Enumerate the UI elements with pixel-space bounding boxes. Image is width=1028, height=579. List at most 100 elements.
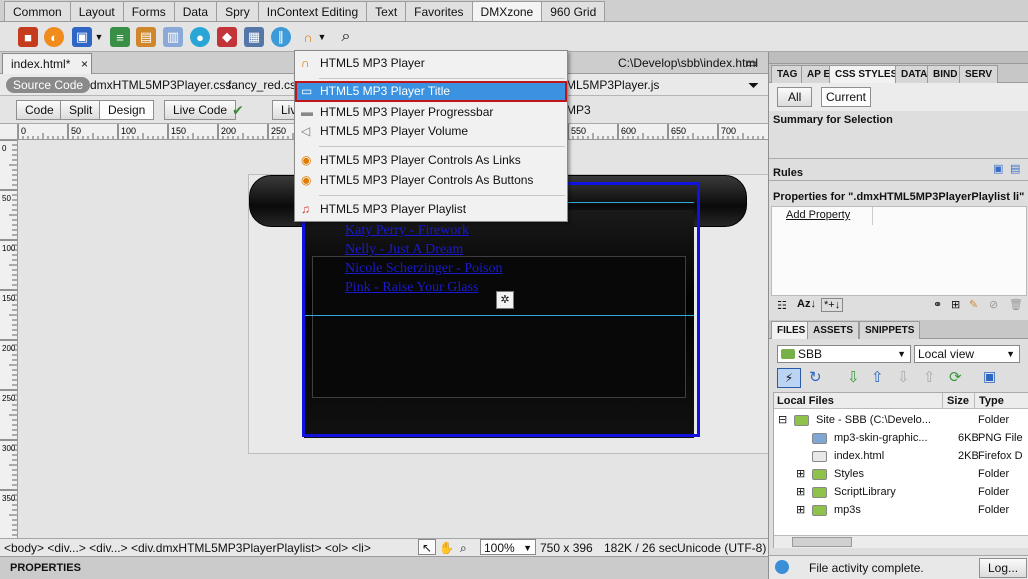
css-panel-tab[interactable]: SERV	[959, 65, 999, 83]
insert-tab[interactable]: Common	[4, 1, 71, 21]
dmx-image-icon[interactable]: ▦	[244, 27, 264, 47]
file-row[interactable]: mp3-skin-graphic... 6KB PNG File	[774, 429, 1028, 447]
rules-cascade-icon[interactable]: ▤	[1010, 162, 1020, 175]
col-local-files[interactable]: Local Files	[777, 393, 834, 409]
check-page-icon[interactable]: ✔	[232, 102, 244, 118]
file-row[interactable]: ⊟ Site - SBB (C:\Develo... Folder	[774, 411, 1028, 429]
dmx-list-icon[interactable]: ≡	[110, 27, 130, 47]
insert-tab[interactable]: Spry	[216, 1, 259, 21]
code-view-button[interactable]: Code	[16, 100, 63, 120]
playlist-item-link[interactable]: Pink - Raise Your Glass	[345, 280, 478, 296]
check-in-icon[interactable]: ⇧	[923, 368, 936, 386]
insert-tab[interactable]: Text	[366, 1, 407, 21]
menu-item[interactable]: ▬ HTML5 MP3 Player Progressbar	[296, 103, 566, 122]
hand-tool-icon[interactable]: ✋	[439, 540, 454, 556]
get-files-icon[interactable]: ⇩	[847, 368, 860, 386]
splitter[interactable]	[769, 158, 1028, 164]
files-panel-tab[interactable]: SNIPPETS	[859, 321, 921, 339]
source-code-button[interactable]: Source Code	[6, 77, 91, 93]
chevron-down-icon[interactable]: ▼	[317, 27, 327, 47]
chevron-down-icon[interactable]: ▼	[94, 27, 104, 47]
rules-view-icon[interactable]: ▣	[993, 162, 1003, 175]
expand-panel-icon[interactable]: ▣	[983, 368, 996, 385]
zoom-select[interactable]: 100% ▼	[480, 539, 536, 555]
restore-window-icon[interactable]: ▭	[746, 55, 757, 71]
log-button[interactable]: Log...	[979, 558, 1028, 578]
synchronize-icon[interactable]: ⟳	[949, 368, 962, 386]
files-panel-tab[interactable]: ASSETS	[807, 321, 860, 339]
javascript-marker-icon[interactable]: ✲	[496, 291, 514, 309]
dmx-doc-icon[interactable]: ▥	[163, 27, 183, 47]
site-select[interactable]: SBB ▼	[777, 345, 911, 363]
dmx-search-icon[interactable]: ◐	[44, 27, 64, 47]
live-code-button[interactable]: Live Code	[164, 100, 237, 120]
menu-item[interactable]: ∩ HTML5 MP3 Player	[296, 54, 566, 73]
close-icon[interactable]: ×	[81, 54, 88, 74]
horizontal-scrollbar[interactable]	[774, 535, 1028, 548]
related-file-css[interactable]: dmxHTML5MP3Player.css	[90, 77, 231, 93]
properties-panel-header[interactable]: PROPERTIES	[0, 556, 768, 579]
tag-selector[interactable]: <body> <div...> <div...> <div.dmxHTML5MP…	[4, 540, 371, 556]
menu-item[interactable]: ◉ HTML5 MP3 Player Controls As Buttons	[296, 171, 566, 190]
set-properties-icon[interactable]: *+↓	[821, 298, 844, 312]
col-type[interactable]: Type	[974, 393, 1004, 409]
insert-tab[interactable]: Layout	[69, 1, 124, 21]
file-row[interactable]: ⊞ ScriptLibrary Folder	[774, 483, 1028, 501]
attach-stylesheet-icon[interactable]: ⚭	[933, 298, 942, 311]
dmx-window-icon[interactable]: ▣	[72, 27, 92, 47]
category-view-icon[interactable]: ☷	[777, 299, 787, 312]
splitter[interactable]	[769, 180, 1028, 184]
menu-item[interactable]: ▭ HTML5 MP3 Player Title	[295, 81, 567, 102]
dmx-player-icon[interactable]: ■	[18, 27, 38, 47]
connect-icon[interactable]: ⚡	[777, 368, 801, 388]
alpha-sort-icon[interactable]: Az↓	[797, 298, 816, 310]
trash-icon[interactable]: 🗑	[1009, 298, 1023, 311]
panel-dock-grip[interactable]	[769, 52, 1028, 64]
insert-tab[interactable]: InContext Editing	[257, 1, 368, 21]
css-panel-tab[interactable]: CSS STYLES	[829, 65, 904, 83]
css-panel-tab[interactable]: BIND	[927, 65, 964, 83]
file-row[interactable]: ⊞ mp3s Folder	[774, 501, 1028, 519]
put-files-icon[interactable]: ⇧	[871, 368, 884, 386]
menu-item[interactable]: ♫ HTML5 MP3 Player Playlist	[296, 200, 566, 219]
expand-toggle-icon[interactable]: ⊟	[778, 411, 787, 429]
search-icon[interactable]: ⌕	[336, 27, 356, 47]
refresh-icon[interactable]: ↻	[809, 368, 822, 386]
view-select[interactable]: Local view ▼	[914, 345, 1020, 363]
insert-tab[interactable]: Favorites	[405, 1, 473, 21]
playlist-item-link[interactable]: Nicole Scherzinger - Poison	[345, 261, 502, 277]
insert-tab[interactable]: 960 Grid	[541, 1, 606, 21]
add-property-link[interactable]: Add Property	[786, 209, 850, 221]
headphones-icon[interactable]: ∩	[298, 27, 318, 47]
pointer-tool-icon[interactable]: ↖	[418, 539, 436, 555]
dmx-media-icon[interactable]: ◆	[217, 27, 237, 47]
disable-icon[interactable]: ⊘	[989, 298, 998, 311]
expand-toggle-icon[interactable]: ⊞	[796, 465, 805, 483]
playlist-item-link[interactable]: Nelly - Just A Dream	[345, 242, 463, 258]
zoom-tool-icon[interactable]: ⌕	[460, 540, 467, 556]
page-title-field[interactable]: MP3	[566, 102, 591, 118]
window-size[interactable]: 750 x 396	[540, 540, 593, 556]
dmx-circle-icon[interactable]: ●	[190, 27, 210, 47]
expand-toggle-icon[interactable]: ⊞	[796, 501, 805, 519]
file-row[interactable]: index.html 2KB Firefox D	[774, 447, 1028, 465]
scrollbar-thumb[interactable]	[792, 537, 852, 547]
funnel-icon[interactable]: ⏷	[748, 77, 759, 93]
new-rule-icon[interactable]: ⊞	[951, 298, 960, 311]
col-size[interactable]: Size	[942, 393, 969, 409]
files-panel-tab[interactable]: FILES	[771, 321, 812, 339]
css-panel-tab[interactable]: TAG	[771, 65, 804, 83]
check-out-icon[interactable]: ⇩	[897, 368, 910, 386]
css-current-button[interactable]: Current	[821, 87, 872, 107]
expand-toggle-icon[interactable]: ⊞	[796, 483, 805, 501]
insert-tab[interactable]: Data	[173, 1, 218, 21]
pause-icon[interactable]: ∥	[271, 27, 291, 47]
insert-tab[interactable]: DMXzone	[471, 1, 543, 21]
related-file-js[interactable]: ML5MP3Player.js	[566, 77, 659, 93]
related-file-theme[interactable]: fancy_red.css	[228, 77, 302, 93]
tab-index-html[interactable]: index.html* ×	[2, 53, 92, 74]
edit-rule-icon[interactable]: ✎	[969, 298, 978, 311]
css-all-button[interactable]: All	[777, 87, 813, 107]
insert-tab[interactable]: Forms	[122, 1, 175, 21]
design-view-button[interactable]: Design	[99, 100, 155, 120]
